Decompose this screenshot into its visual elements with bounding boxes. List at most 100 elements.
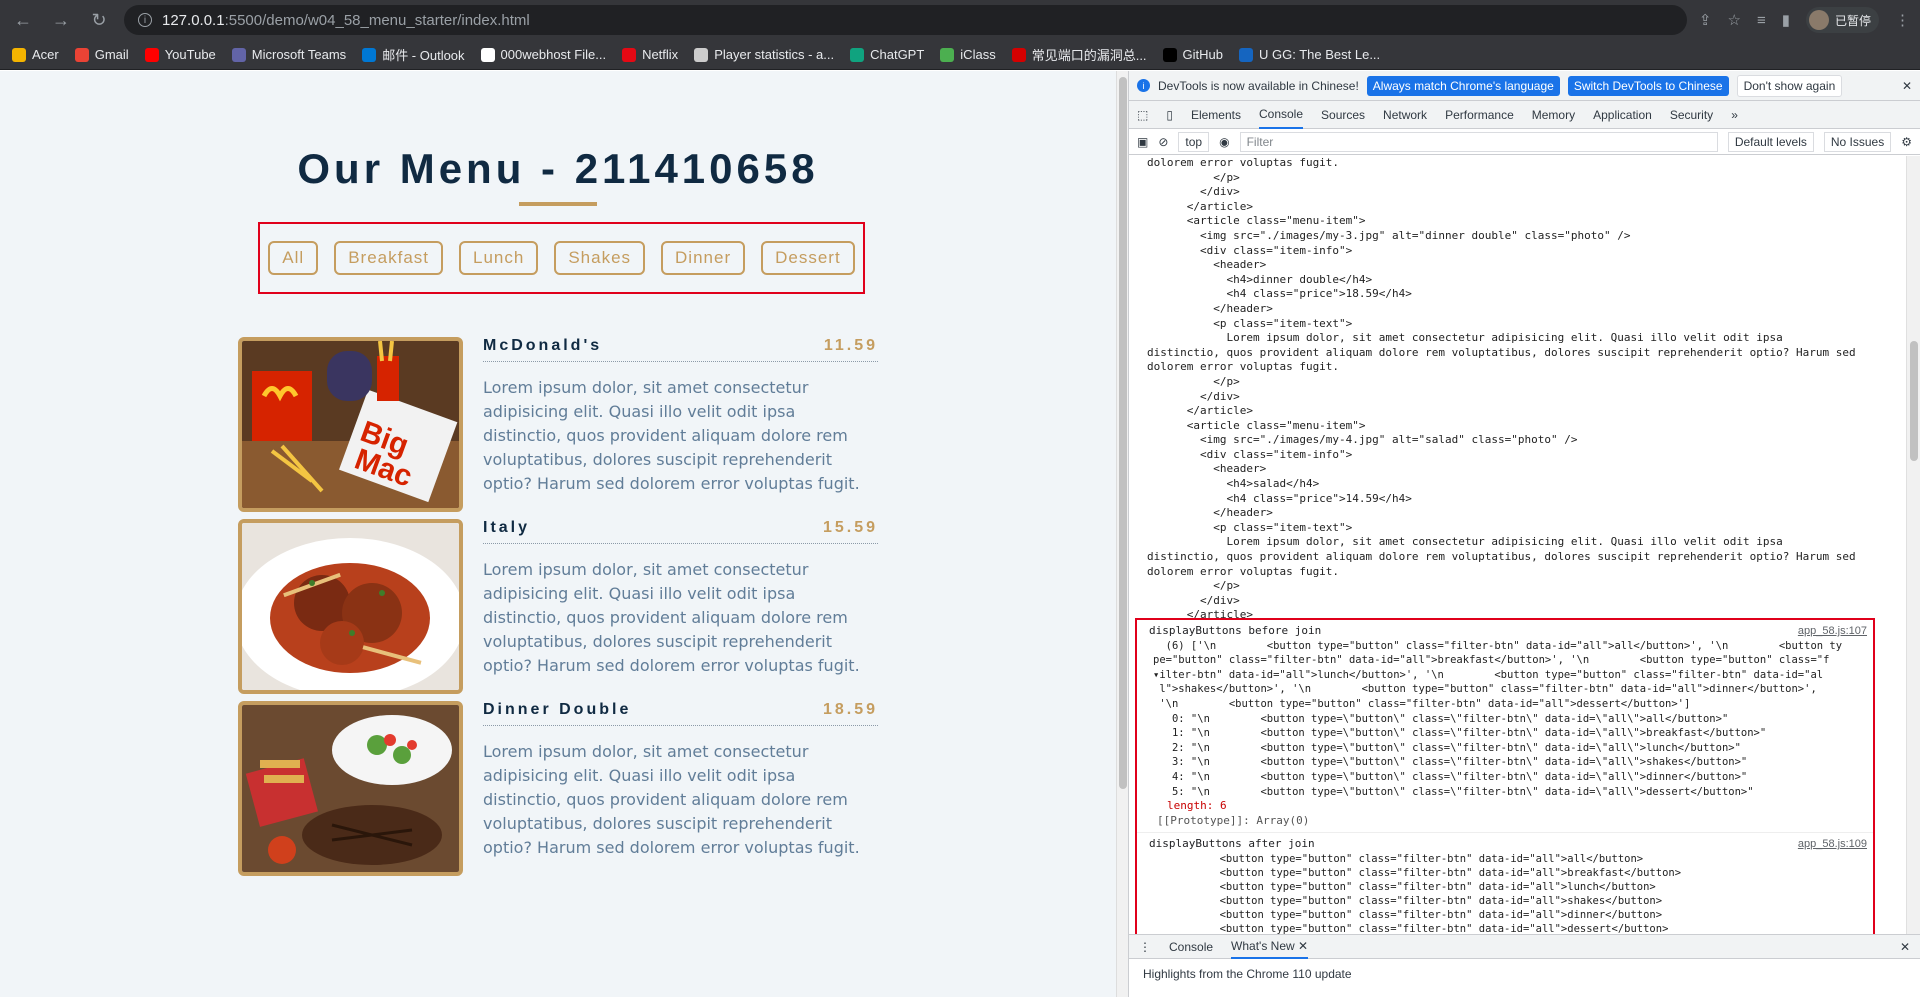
bookmark-label: 常见端口的漏洞总... <box>1031 48 1147 63</box>
bookmarks-bar: Acer Gmail YouTube Microsoft Teams 邮件 - Outl… <box>0 40 1920 70</box>
devtools-tabs: ⬚ ▯ Elements Console Sources Network Perform… <box>1129 101 1920 129</box>
bookmark-label: 邮件 - Outlook <box>382 48 465 63</box>
item-text: Lorem ipsum dolor, sit amet consectetur … <box>483 378 860 493</box>
close-icon[interactable]: ✕ <box>1902 79 1912 93</box>
item-info: Italy 15.59 Lorem ipsum dolor, sit amet … <box>483 519 878 678</box>
tab-memory[interactable]: Memory <box>1532 102 1575 128</box>
bookmark-icon <box>144 47 159 62</box>
bookmark-item[interactable]: ChatGPT <box>850 47 924 62</box>
avatar <box>1808 10 1829 30</box>
back-icon[interactable]: ← <box>10 7 36 33</box>
bookmark-item[interactable]: YouTube <box>144 47 216 62</box>
tab-application[interactable]: Application <box>1593 102 1652 128</box>
bookmark-label: Acer <box>32 47 59 62</box>
log-source-link[interactable]: app_58.js:109 <box>1798 837 1867 852</box>
tab-console[interactable]: Console <box>1258 101 1304 129</box>
item-price: 15.59 <box>822 519 878 536</box>
console-scrollbar[interactable] <box>1906 156 1920 934</box>
filter-button-shakes[interactable]: Shakes <box>554 241 646 275</box>
close-icon[interactable]: ✕ <box>1900 940 1910 954</box>
url-host: 127.0.0.1 <box>162 11 225 29</box>
bookmark-label: GitHub <box>1182 47 1224 62</box>
issues-button[interactable]: No Issues <box>1823 131 1892 152</box>
console-log-entry: app_58.js:107 displayButtons before join… <box>1137 620 1873 828</box>
array-length: length: 6 <box>1167 799 1227 813</box>
tab-sources[interactable]: Sources <box>1321 102 1365 128</box>
tab-elements[interactable]: Elements <box>1191 102 1241 128</box>
info-icon: i <box>1137 79 1150 92</box>
bookmark-item[interactable]: 000webhost File... <box>480 47 606 62</box>
filter-button-dinner[interactable]: Dinner <box>661 241 746 275</box>
browser-toolbar: ← → ↻ i 127.0.0.1:5500/demo/w04_58_menu_… <box>0 0 1920 40</box>
context-select[interactable]: top <box>1178 131 1210 152</box>
page-content: Our Menu - 211410658 All Breakfast Lunch Sh… <box>0 71 1116 997</box>
inspect-icon[interactable]: ⬚ <box>1137 108 1148 122</box>
dont-show-button[interactable]: Don't show again <box>1736 74 1843 97</box>
bookmark-label: iClass <box>960 47 996 62</box>
device-toolbar-icon[interactable]: ▯ <box>1166 108 1173 122</box>
bookmark-item[interactable]: iClass <box>940 47 996 62</box>
bookmark-icon <box>1162 47 1177 62</box>
bookmark-item[interactable]: 邮件 - Outlook <box>362 45 465 64</box>
bookmark-icon <box>362 47 377 62</box>
filter-button-container: All Breakfast Lunch Shakes Dinner Dessert <box>258 222 865 294</box>
filter-button-lunch[interactable]: Lunch <box>459 241 539 275</box>
array-preview[interactable]: (6) ['\n <button type="button" class="fi… <box>1149 639 1861 800</box>
bookmark-item[interactable]: Player statistics - a... <box>694 47 834 62</box>
drawer-tab-console[interactable]: Console <box>1169 940 1213 954</box>
site-info-icon[interactable]: i <box>138 13 152 27</box>
bookmark-icon <box>622 47 637 62</box>
eye-icon[interactable]: ◉ <box>1219 135 1229 149</box>
bookmark-item[interactable]: GitHub <box>1162 47 1224 62</box>
banner-text: DevTools is now available in Chinese! <box>1158 78 1359 93</box>
tab-security[interactable]: Security <box>1670 102 1713 128</box>
page-scrollbar[interactable] <box>1116 71 1128 997</box>
switch-chinese-button[interactable]: Switch DevTools to Chinese <box>1567 75 1729 96</box>
url-path: :5500/demo/w04_58_menu_starter/index.htm… <box>224 11 530 29</box>
drawer-tab-whats-new[interactable]: What's New ✕ <box>1231 935 1309 959</box>
levels-select[interactable]: Default levels <box>1727 131 1814 152</box>
food-photo <box>238 701 463 876</box>
bookmark-item[interactable]: 常见端口的漏洞总... <box>1011 45 1147 64</box>
console-toolbar: ▣ ⊘ top ◉ Filter Default levels No Issue… <box>1129 129 1920 155</box>
bookmark-label: Microsoft Teams <box>251 47 347 62</box>
match-language-button[interactable]: Always match Chrome's language <box>1366 75 1560 96</box>
bookmark-item[interactable]: Netflix <box>622 47 678 62</box>
reading-list-icon[interactable]: ≡ <box>1757 12 1766 29</box>
drawer-menu-icon[interactable]: ⋮ <box>1139 940 1151 954</box>
item-price: 11.59 <box>823 337 878 354</box>
share-icon[interactable]: ⇪ <box>1699 11 1712 29</box>
bookmark-item[interactable]: U GG: The Best Le... <box>1239 47 1380 62</box>
menu-icon[interactable]: ⋮ <box>1895 11 1910 29</box>
bookmark-item[interactable]: Gmail <box>74 47 129 62</box>
highlighted-log-region: app_58.js:107 displayButtons before join… <box>1135 618 1875 934</box>
filter-button-breakfast[interactable]: Breakfast <box>334 241 443 275</box>
item-header: Italy 15.59 <box>483 519 878 544</box>
bookmark-item[interactable]: Acer <box>12 47 59 62</box>
tab-performance[interactable]: Performance <box>1445 102 1514 128</box>
reload-icon[interactable]: ↻ <box>86 7 112 33</box>
console-filter-input[interactable]: Filter <box>1239 131 1718 152</box>
menu-item: Dinner Double 18.59 Lorem ipsum dolor, s… <box>238 701 878 876</box>
side-panel-icon[interactable]: ▮ <box>1782 11 1790 29</box>
profile-button[interactable]: 已暂停 <box>1805 7 1879 33</box>
filter-button-dessert[interactable]: Dessert <box>761 241 855 275</box>
star-icon[interactable]: ☆ <box>1728 11 1741 29</box>
log-source-link[interactable]: app_58.js:107 <box>1798 624 1867 639</box>
settings-icon[interactable]: ⚙ <box>1901 135 1912 149</box>
bookmark-icon <box>850 47 865 62</box>
tab-network[interactable]: Network <box>1383 102 1427 128</box>
filter-button-all[interactable]: All <box>268 241 319 275</box>
bookmark-label: U GG: The Best Le... <box>1259 47 1381 62</box>
language-banner: i DevTools is now available in Chinese! … <box>1129 71 1920 101</box>
array-prototype[interactable]: [[Prototype]]: Array(0) <box>1149 814 1861 829</box>
more-tabs-icon[interactable]: » <box>1731 108 1738 122</box>
address-bar[interactable]: i 127.0.0.1:5500/demo/w04_58_menu_starte… <box>124 5 1687 35</box>
item-info: McDonald's 11.59 Lorem ipsum dolor, sit … <box>483 337 878 496</box>
bookmark-item[interactable]: Microsoft Teams <box>231 47 347 62</box>
scrollbar-thumb[interactable] <box>1119 77 1127 789</box>
sidebar-icon[interactable]: ▣ <box>1137 135 1148 149</box>
clear-console-icon[interactable]: ⊘ <box>1158 135 1168 149</box>
scrollbar-thumb[interactable] <box>1910 341 1918 461</box>
forward-icon[interactable]: → <box>48 7 74 33</box>
